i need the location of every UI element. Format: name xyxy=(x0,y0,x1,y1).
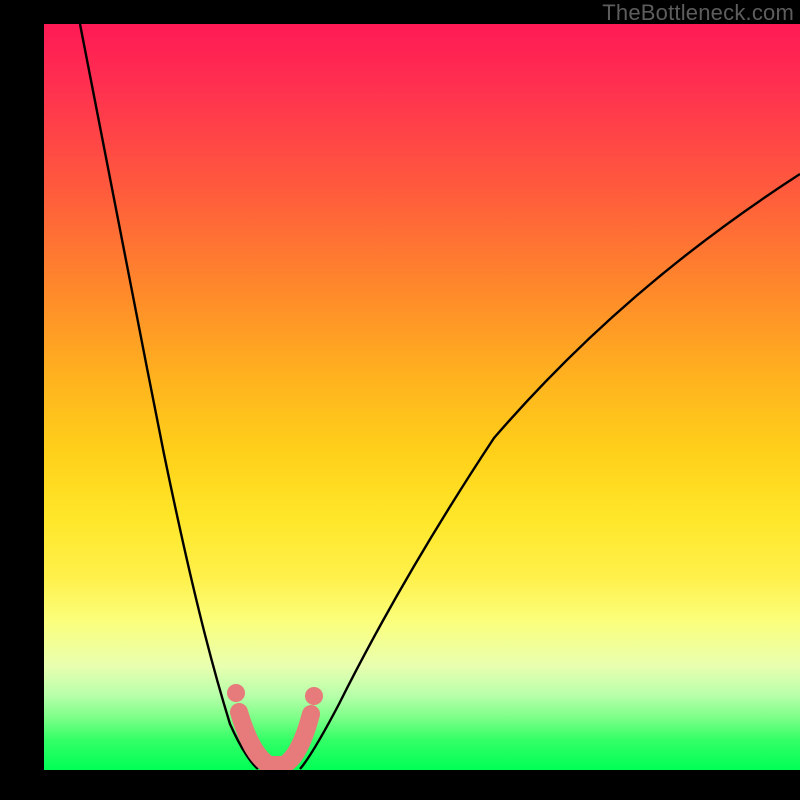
chart-frame: TheBottleneck.com xyxy=(0,0,800,800)
chart-svg xyxy=(44,24,800,770)
chart-plot-area xyxy=(44,24,800,770)
accent-dot-left xyxy=(227,684,245,702)
credit-text: TheBottleneck.com xyxy=(602,0,794,26)
curve-right-branch xyxy=(300,174,800,769)
accent-dot-right xyxy=(305,687,323,705)
accent-u-shape xyxy=(239,712,311,765)
curve-left-branch xyxy=(80,24,258,769)
